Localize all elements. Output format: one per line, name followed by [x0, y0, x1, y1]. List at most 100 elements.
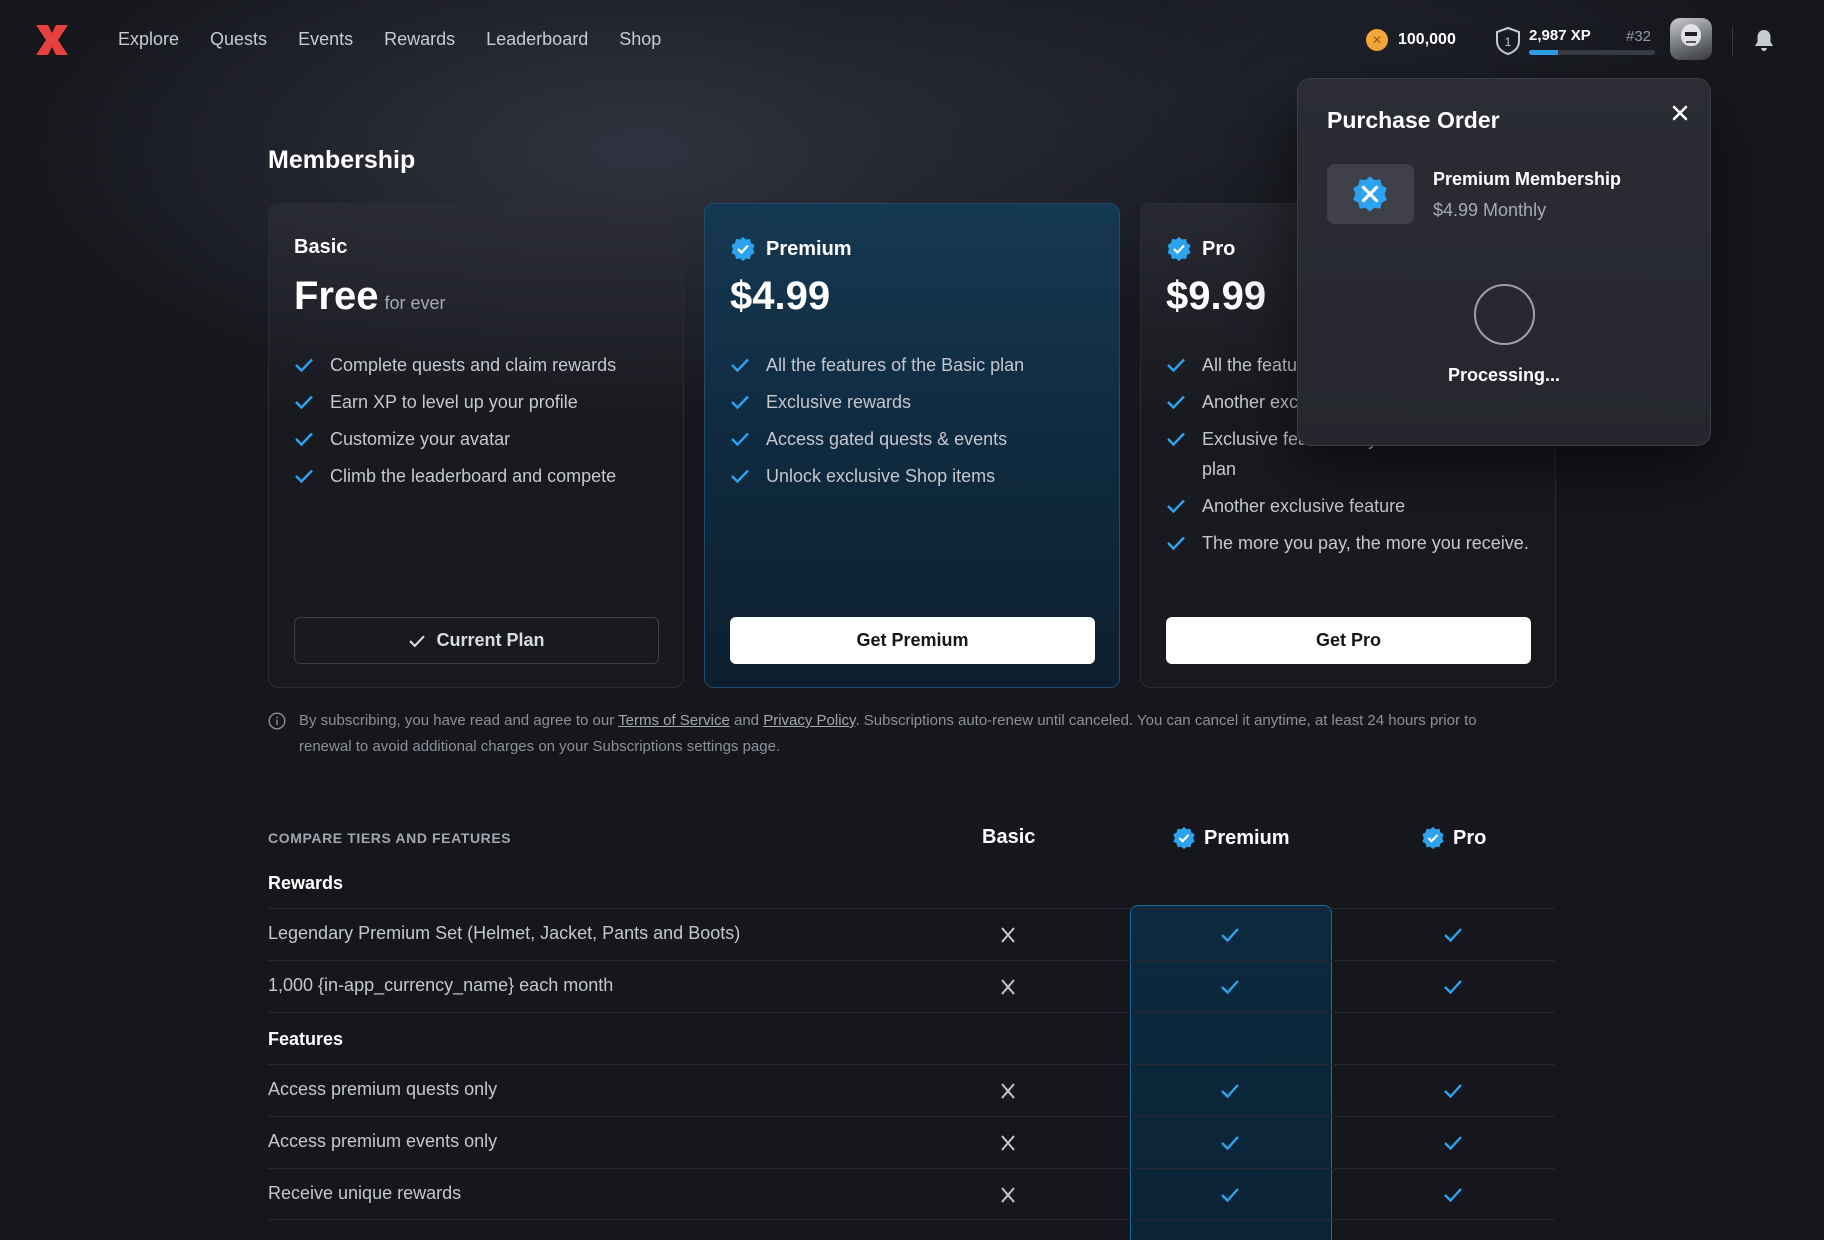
plan-name: Pro: [1166, 236, 1235, 262]
purchase-order-modal: Purchase Order Premium Membership $4.99 …: [1297, 78, 1711, 446]
table-row: Access premium quests only: [268, 1064, 1555, 1116]
nav-link-explore[interactable]: Explore: [118, 29, 179, 50]
table-row: Access premium events only: [268, 1116, 1555, 1168]
check-icon: [1221, 1084, 1239, 1099]
row-label: Access premium events only: [268, 1131, 498, 1151]
plan-price-value: Free: [294, 274, 379, 318]
cross-icon: [1001, 1187, 1015, 1203]
feature-text: Complete quests and claim rewards: [330, 355, 617, 375]
nav-link-leaderboard[interactable]: Leaderboard: [486, 29, 588, 50]
plan-price-value: $4.99: [730, 274, 831, 318]
plan-card-premium: Premium $4.99 All the features of the Ba…: [704, 203, 1120, 688]
feature-text: Access gated quests & events: [766, 429, 1008, 449]
table-row: Receive unique rewards: [268, 1168, 1555, 1220]
column-header-basic: Basic: [982, 826, 1035, 849]
feature-text: Customize your avatar: [330, 429, 511, 449]
top-nav: Explore Quests Events Rewards Leaderboar…: [0, 0, 1824, 82]
plan-price: Free for ever: [294, 274, 446, 319]
verified-badge-icon: [1167, 237, 1191, 261]
check-icon: [295, 469, 313, 484]
check-icon: [1444, 1188, 1462, 1203]
nav-link-rewards[interactable]: Rewards: [384, 29, 455, 50]
plan-price: $4.99: [730, 274, 830, 319]
feature-text: Exclusive rewards: [766, 392, 912, 412]
nav-link-quests[interactable]: Quests: [210, 29, 267, 50]
nav-link-shop[interactable]: Shop: [619, 29, 661, 50]
bell-icon[interactable]: [1753, 28, 1775, 52]
check-icon: [1167, 499, 1185, 514]
coin-balance[interactable]: 100,000: [1366, 29, 1456, 51]
feature-item: Customize your avatar: [294, 424, 664, 454]
nav-divider: [1732, 26, 1733, 56]
feature-text: Another exclusive feature: [1202, 496, 1406, 516]
check-icon: [295, 432, 313, 447]
coin-amount: 100,000: [1398, 31, 1456, 48]
check-icon: [1167, 432, 1185, 447]
check-icon: [1444, 1084, 1462, 1099]
plan-name-text: Premium: [766, 237, 852, 260]
table-row: 1,000 {in-app_currency_name} each month: [268, 960, 1555, 1012]
feature-item: Climb the leaderboard and compete: [294, 461, 664, 491]
membership-badge-icon: [1353, 176, 1387, 212]
feature-text: Climb the leaderboard and compete: [330, 466, 617, 486]
feature-item: The more you pay, the more you receive.: [1166, 528, 1536, 558]
avatar[interactable]: [1670, 18, 1712, 60]
verified-badge-icon: [1173, 826, 1195, 850]
current-plan-button[interactable]: Current Plan: [294, 617, 659, 664]
plan-price: $9.99: [1166, 274, 1266, 319]
xp-progress-fill: [1529, 50, 1558, 55]
verified-badge-icon: [1422, 826, 1444, 850]
check-icon: [1444, 980, 1462, 995]
feature-item: Exclusive rewards: [730, 387, 1100, 417]
feature-item: Access gated quests & events: [730, 424, 1100, 454]
row-label: Receive unique rewards: [268, 1183, 462, 1203]
logo-icon[interactable]: [34, 22, 70, 58]
row-label: 1,000 {in-app_currency_name} each month: [268, 975, 614, 995]
feature-text: Earn XP to level up your profile: [330, 392, 578, 412]
feature-item: Unlock exclusive Shop items: [730, 461, 1100, 491]
feature-text: Unlock exclusive Shop items: [766, 466, 996, 486]
product-name: Premium Membership: [1433, 169, 1622, 189]
column-header-text: Pro: [1453, 826, 1487, 849]
plan-price-period: for ever: [384, 293, 446, 313]
level-shield-icon: 1: [1496, 26, 1520, 56]
plan-features: All the features of the Basic plan Exclu…: [730, 350, 1100, 498]
page-title: Membership: [268, 146, 416, 174]
check-icon: [409, 634, 426, 647]
row-label: Legendary Premium Set (Helmet, Jacket, P…: [268, 923, 741, 943]
plan-features: Complete quests and claim rewards Earn X…: [294, 350, 664, 498]
section-label-features: Features: [268, 1029, 344, 1049]
column-header-premium: Premium: [1172, 826, 1290, 850]
check-icon: [1167, 358, 1185, 373]
check-icon: [1221, 928, 1239, 943]
terms-of-service-link[interactable]: Terms of Service: [618, 712, 730, 729]
section-divider: [268, 1012, 1555, 1064]
close-icon[interactable]: [1668, 101, 1692, 125]
feature-item: Earn XP to level up your profile: [294, 387, 664, 417]
nav-link-events[interactable]: Events: [298, 29, 353, 50]
privacy-policy-link[interactable]: Privacy Policy: [763, 712, 855, 729]
check-icon: [1221, 1136, 1239, 1151]
xp-progress-bar: [1529, 50, 1655, 55]
plan-name: Premium: [730, 236, 852, 262]
feature-text: All the features of the Basic plan: [766, 355, 1025, 375]
feature-item: All the features of the Basic plan: [730, 350, 1100, 380]
current-plan-label: Current Plan: [436, 630, 545, 650]
product-price: $4.99 Monthly: [1433, 200, 1547, 220]
cross-icon: [1001, 927, 1015, 943]
check-icon: [295, 358, 313, 373]
check-icon: [295, 395, 313, 410]
verified-badge-icon: [731, 237, 755, 261]
check-icon: [1221, 980, 1239, 995]
coin-icon: [1366, 29, 1388, 51]
info-icon: [268, 712, 286, 730]
nav-links: Explore Quests Events Rewards Leaderboar…: [118, 29, 661, 50]
check-icon: [731, 432, 749, 447]
get-pro-button[interactable]: Get Pro: [1166, 617, 1531, 664]
get-premium-button[interactable]: Get Premium: [730, 617, 1095, 664]
loading-spinner: [1474, 284, 1535, 345]
cross-icon: [1001, 979, 1015, 995]
column-header-text: Premium: [1204, 826, 1290, 849]
plan-card-basic: Basic Free for ever Complete quests and c…: [268, 203, 684, 688]
check-icon: [1221, 1188, 1239, 1203]
